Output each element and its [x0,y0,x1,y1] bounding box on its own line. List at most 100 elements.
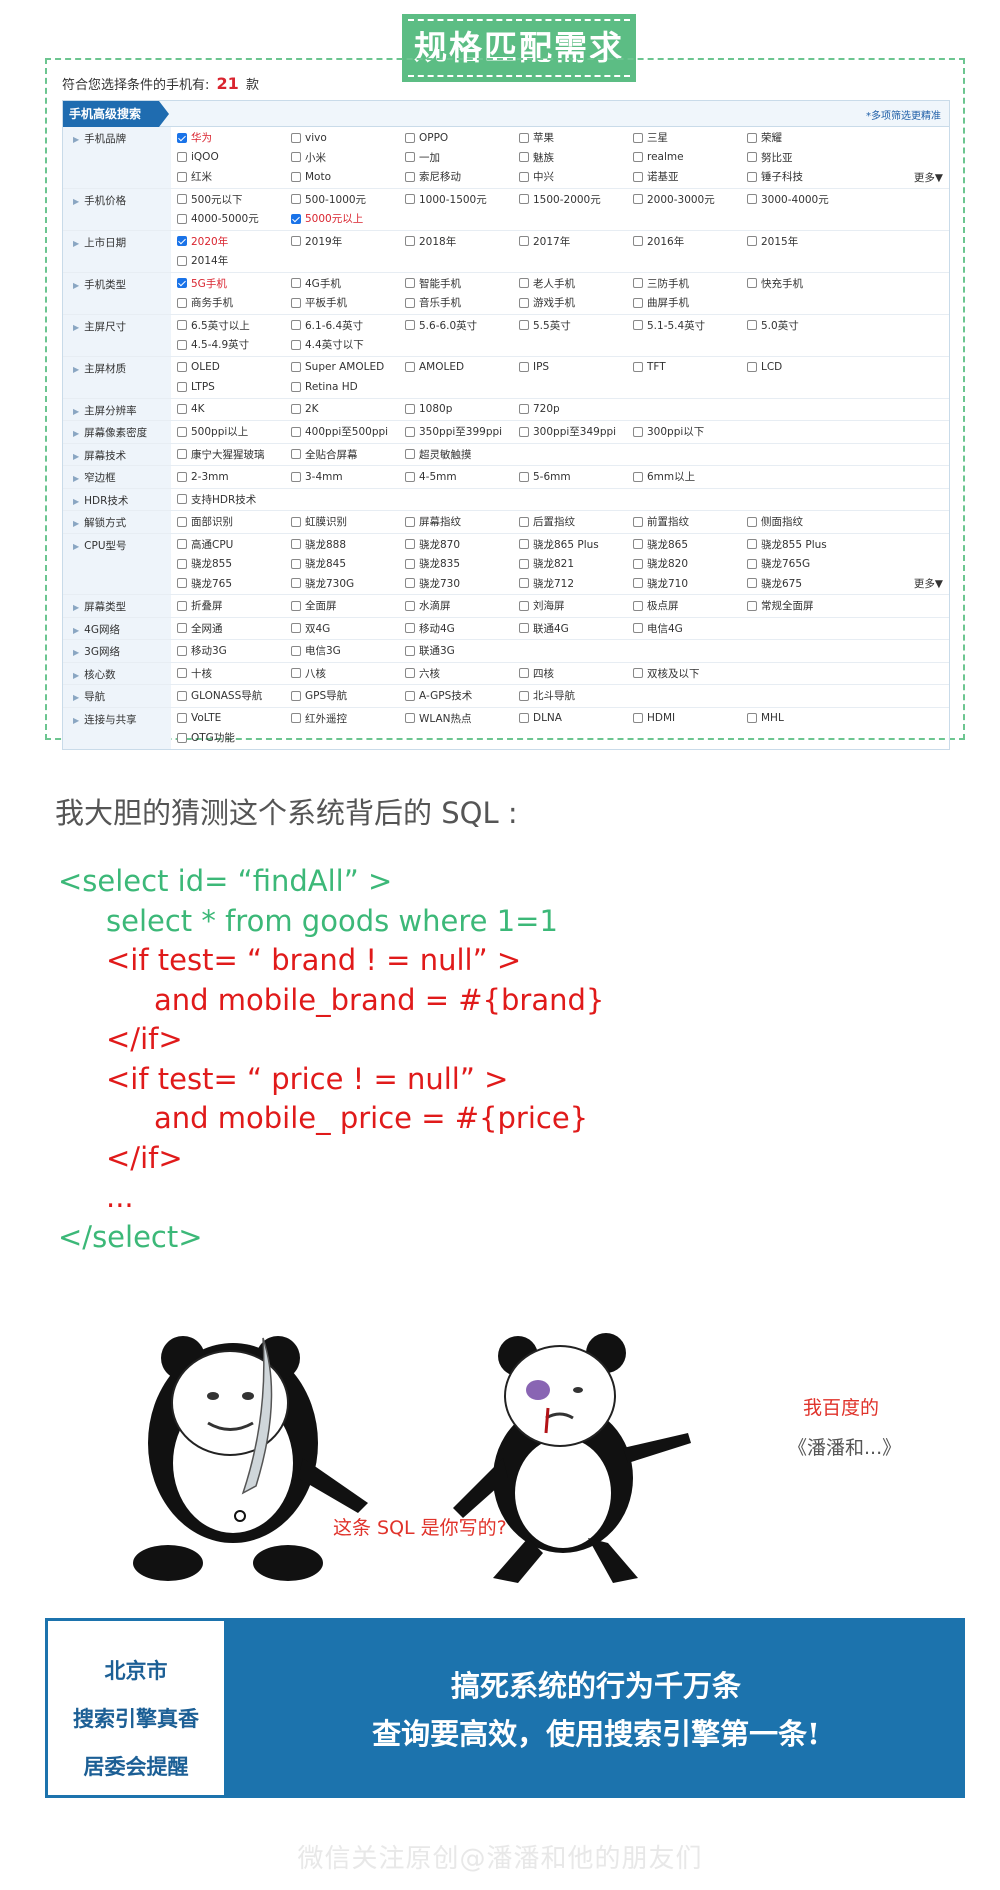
filter-option[interactable]: 骁龙845 [291,554,405,574]
advanced-search-tab[interactable]: 手机高级搜索 [63,101,169,127]
filter-option[interactable]: 移动3G [177,641,291,661]
checkbox[interactable] [633,539,643,550]
checkbox[interactable] [747,713,757,724]
filter-option[interactable]: Super AMOLED [291,358,405,378]
checkbox[interactable] [405,690,415,701]
checkbox[interactable] [177,600,187,611]
filter-option[interactable]: 游戏手机 [519,293,633,313]
filter-option[interactable]: 努比亚 [747,148,861,168]
filter-option[interactable]: Retina HD [291,377,405,397]
checkbox[interactable] [177,194,187,205]
filter-option[interactable]: 2014年 [177,251,291,271]
checkbox[interactable] [177,668,187,679]
filter-option[interactable]: 康宁大猩猩玻璃 [177,445,291,465]
filter-option[interactable]: iQOO [177,148,291,168]
filter-option[interactable]: 锤子科技 [747,167,861,187]
checkbox[interactable] [177,339,187,350]
checkbox[interactable] [633,623,643,634]
filter-option[interactable]: 5-6mm [519,467,633,487]
filter-option[interactable]: 2000-3000元 [633,190,747,210]
checkbox[interactable] [519,404,529,415]
filter-option[interactable]: 2016年 [633,232,747,252]
filter-option[interactable]: 350ppi至399ppi [405,422,519,442]
filter-option[interactable]: 300ppi至349ppi [519,422,633,442]
checkbox[interactable] [177,278,187,289]
checkbox[interactable] [519,297,529,308]
filter-option[interactable]: 骁龙865 Plus [519,535,633,555]
checkbox[interactable] [405,132,415,143]
filter-option[interactable]: 平板手机 [291,293,405,313]
checkbox[interactable] [519,152,529,163]
checkbox[interactable] [291,404,301,415]
checkbox[interactable] [633,297,643,308]
filter-option[interactable]: 八核 [291,664,405,684]
checkbox[interactable] [519,278,529,289]
filter-option[interactable]: 荣耀 [747,128,861,148]
filter-option[interactable]: 骁龙835 [405,554,519,574]
checkbox[interactable] [747,194,757,205]
checkbox[interactable] [177,171,187,182]
checkbox[interactable] [633,362,643,373]
filter-option[interactable]: 一加 [405,148,519,168]
checkbox[interactable] [291,297,301,308]
filter-option[interactable]: 4-5mm [405,467,519,487]
checkbox[interactable] [519,690,529,701]
checkbox[interactable] [519,623,529,634]
filter-option[interactable]: 全面屏 [291,596,405,616]
checkbox[interactable] [177,132,187,143]
filter-option[interactable]: 2019年 [291,232,405,252]
checkbox[interactable] [291,690,301,701]
filter-option[interactable]: 联通4G [519,619,633,639]
filter-option[interactable]: 骁龙730G [291,574,405,594]
filter-option[interactable]: 1500-2000元 [519,190,633,210]
checkbox[interactable] [405,623,415,634]
filter-option[interactable]: 720p [519,400,633,420]
checkbox[interactable] [519,132,529,143]
filter-option[interactable]: 骁龙765G [747,554,861,574]
checkbox[interactable] [291,558,301,569]
filter-option[interactable]: 魅族 [519,148,633,168]
checkbox[interactable] [291,539,301,550]
filter-option[interactable]: 3-4mm [291,467,405,487]
checkbox[interactable] [405,645,415,656]
filter-option[interactable]: 骁龙730 [405,574,519,594]
filter-option[interactable]: 双4G [291,619,405,639]
checkbox[interactable] [291,213,301,224]
filter-option[interactable]: 移动4G [405,619,519,639]
checkbox[interactable] [291,171,301,182]
checkbox[interactable] [291,578,301,589]
checkbox[interactable] [633,152,643,163]
checkbox[interactable] [177,494,187,505]
filter-option[interactable]: 2018年 [405,232,519,252]
checkbox[interactable] [405,516,415,527]
filter-option[interactable]: 2020年 [177,232,291,252]
filter-option[interactable]: AMOLED [405,358,519,378]
filter-option[interactable]: GPS导航 [291,686,405,706]
filter-option[interactable]: 小米 [291,148,405,168]
filter-option[interactable]: 300ppi以下 [633,422,747,442]
checkbox[interactable] [519,171,529,182]
checkbox[interactable] [177,578,187,589]
checkbox[interactable] [519,539,529,550]
filter-option[interactable]: 水滴屏 [405,596,519,616]
filter-option[interactable]: 5.6-6.0英寸 [405,316,519,336]
checkbox[interactable] [747,236,757,247]
checkbox[interactable] [177,255,187,266]
checkbox[interactable] [177,732,187,743]
filter-option[interactable]: 面部识别 [177,512,291,532]
filter-option[interactable]: OLED [177,358,291,378]
checkbox[interactable] [405,426,415,437]
checkbox[interactable] [747,320,757,331]
filter-option[interactable]: 骁龙820 [633,554,747,574]
filter-option[interactable]: 5.1-5.4英寸 [633,316,747,336]
filter-option[interactable]: TFT [633,358,747,378]
checkbox[interactable] [519,471,529,482]
checkbox[interactable] [177,152,187,163]
checkbox[interactable] [747,362,757,373]
filter-option[interactable]: 5.5英寸 [519,316,633,336]
checkbox[interactable] [177,404,187,415]
checkbox[interactable] [291,645,301,656]
checkbox[interactable] [633,426,643,437]
filter-option[interactable]: OTG功能 [177,728,291,748]
checkbox[interactable] [405,449,415,460]
